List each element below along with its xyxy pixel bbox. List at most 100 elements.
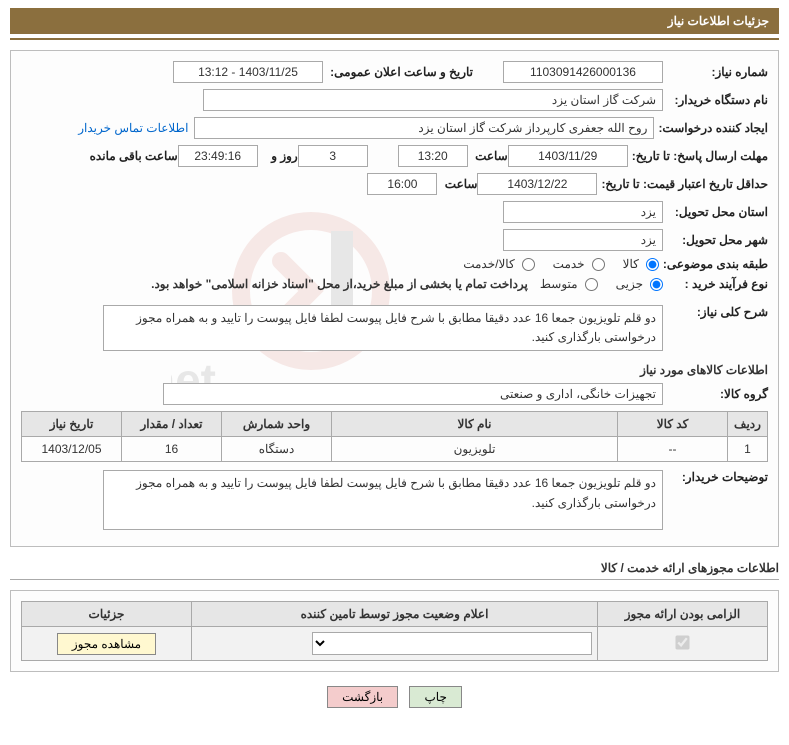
row-buyer-org: نام دستگاه خریدار: شرکت گاز استان یزد: [21, 89, 768, 111]
goods-td-date: 1403/12/05: [22, 437, 122, 462]
row-reply-deadline: مهلت ارسال پاسخ: تا تاریخ: 1403/11/29 سا…: [21, 145, 768, 167]
general-desc-value: دو قلم تلویزیون جمعا 16 عدد دقیقا مطابق …: [103, 305, 663, 351]
goods-th-0: ردیف: [728, 412, 768, 437]
announce-value: 1403/11/25 - 13:12: [173, 61, 323, 83]
buyer-notes-value: دو قلم تلویزیون جمعا 16 عدد دقیقا مطابق …: [103, 470, 663, 530]
delivery-province-label: استان محل تحویل:: [663, 205, 768, 219]
license-status-cell: [192, 627, 598, 661]
requester-value: روح الله جعفری کارپرداز شرکت گاز استان ی…: [194, 117, 654, 139]
row-buyer-notes: توضیحات خریدار: دو قلم تلویزیون جمعا 16 …: [21, 470, 768, 530]
goods-table-row: 1 -- تلویزیون دستگاه 16 1403/12/05: [22, 437, 768, 462]
goods-th-1: کد کالا: [618, 412, 728, 437]
requester-label: ایجاد کننده درخواست:: [654, 121, 768, 135]
reply-deadline-date: 1403/11/29: [508, 145, 628, 167]
group-label: گروه کالا:: [663, 387, 768, 401]
delivery-province-value: یزد: [503, 201, 663, 223]
category-radio-2[interactable]: [522, 258, 535, 271]
delivery-city-value: یزد: [503, 229, 663, 251]
payment-note: پرداخت تمام یا بخشی از مبلغ خرید،از محل …: [151, 277, 528, 291]
process-label-0: جزیی: [616, 277, 643, 291]
category-option-0[interactable]: کالا: [623, 257, 659, 271]
bottom-button-row: چاپ بازگشت: [10, 686, 779, 708]
category-option-2[interactable]: کالا/خدمت: [463, 257, 534, 271]
price-validity-time: 16:00: [367, 173, 437, 195]
price-validity-label: حداقل تاریخ اعتبار قیمت: تا تاریخ:: [597, 177, 768, 191]
license-mandatory-cell: [598, 627, 768, 661]
category-radio-1[interactable]: [592, 258, 605, 271]
goods-th-3: واحد شمارش: [222, 412, 332, 437]
process-radio-0[interactable]: [650, 278, 663, 291]
category-radio-0[interactable]: [646, 258, 659, 271]
announce-label: تاریخ و ساعت اعلان عمومی:: [323, 65, 473, 79]
goods-th-2: نام کالا: [332, 412, 618, 437]
row-delivery-province: استان محل تحویل: یزد: [21, 201, 768, 223]
page-title-bar: جزئیات اطلاعات نیاز: [10, 8, 779, 34]
need-number-value: 1103091426000136: [503, 61, 663, 83]
license-row: مشاهده مجوز: [22, 627, 768, 661]
view-license-button[interactable]: مشاهده مجوز: [57, 633, 156, 655]
main-panel: riaTender.net شماره نیاز: 11030914260001…: [10, 50, 779, 547]
license-header-row: الزامی بودن ارائه مجوز اعلام وضعیت مجوز …: [22, 602, 768, 627]
page-title: جزئیات اطلاعات نیاز: [668, 14, 769, 28]
process-label: نوع فرآیند خرید :: [663, 277, 768, 291]
row-process: نوع فرآیند خرید : جزیی متوسط پرداخت تمام…: [21, 277, 768, 291]
goods-td-qty: 16: [122, 437, 222, 462]
row-delivery-city: شهر محل تحویل: یزد: [21, 229, 768, 251]
separator-top: [10, 38, 779, 40]
goods-td-name: تلویزیون: [332, 437, 618, 462]
need-number-label: شماره نیاز:: [663, 65, 768, 79]
goods-th-5: تاریخ نیاز: [22, 412, 122, 437]
license-th-2: جزئیات: [22, 602, 192, 627]
process-radio-group: جزیی متوسط: [540, 277, 663, 291]
back-button[interactable]: بازگشت: [327, 686, 398, 708]
license-details-cell: مشاهده مجوز: [22, 627, 192, 661]
process-option-0[interactable]: جزیی: [616, 277, 663, 291]
goods-table-header-row: ردیف کد کالا نام کالا واحد شمارش تعداد /…: [22, 412, 768, 437]
category-label-0: کالا: [623, 257, 639, 271]
buyer-org-value: شرکت گاز استان یزد: [203, 89, 663, 111]
goods-heading: اطلاعات کالاهای مورد نیاز: [21, 363, 768, 377]
category-label-2: کالا/خدمت: [463, 257, 514, 271]
license-th-0: الزامی بودن ارائه مجوز: [598, 602, 768, 627]
watermark-logo: riaTender.net: [171, 191, 591, 411]
days-and: روز و: [258, 149, 298, 163]
goods-table: ردیف کد کالا نام کالا واحد شمارش تعداد /…: [21, 411, 768, 462]
goods-th-4: تعداد / مقدار: [122, 412, 222, 437]
contact-link[interactable]: اطلاعات تماس خریدار: [78, 121, 188, 135]
license-section-title: اطلاعات مجوزهای ارائه خدمت / کالا: [10, 561, 779, 575]
row-price-validity: حداقل تاریخ اعتبار قیمت: تا تاریخ: 1403/…: [21, 173, 768, 195]
license-status-select[interactable]: [312, 632, 592, 655]
license-th-1: اعلام وضعیت مجوز توسط تامین کننده: [192, 602, 598, 627]
separator-license: [10, 579, 779, 580]
process-label-1: متوسط: [540, 277, 578, 291]
time-remaining: 23:49:16: [178, 145, 258, 167]
row-group: گروه کالا: تجهیزات خانگی، اداری و صنعتی: [21, 383, 768, 405]
row-category: طبقه بندی موضوعی: کالا خدمت کالا/خدمت: [21, 257, 768, 271]
process-radio-1[interactable]: [585, 278, 598, 291]
print-button[interactable]: چاپ: [409, 686, 461, 708]
category-label: طبقه بندی موضوعی:: [659, 257, 768, 271]
goods-td-unit: دستگاه: [222, 437, 332, 462]
general-desc-label: شرح کلی نیاز:: [663, 305, 768, 319]
price-validity-date: 1403/12/22: [477, 173, 597, 195]
time-word-2: ساعت: [437, 177, 477, 191]
time-remaining-suffix: ساعت باقی مانده: [86, 149, 178, 163]
buyer-org-label: نام دستگاه خریدار:: [663, 93, 768, 107]
delivery-city-label: شهر محل تحویل:: [663, 233, 768, 247]
reply-deadline-time: 13:20: [398, 145, 468, 167]
group-value: تجهیزات خانگی، اداری و صنعتی: [163, 383, 663, 405]
category-label-1: خدمت: [553, 257, 585, 271]
goods-td-code: --: [618, 437, 728, 462]
category-option-1[interactable]: خدمت: [553, 257, 605, 271]
license-table: الزامی بودن ارائه مجوز اعلام وضعیت مجوز …: [21, 601, 768, 661]
row-requester: ایجاد کننده درخواست: روح الله جعفری کارپ…: [21, 117, 768, 139]
days-remaining: 3: [298, 145, 368, 167]
process-option-1[interactable]: متوسط: [540, 277, 598, 291]
row-general-desc: شرح کلی نیاز: دو قلم تلویزیون جمعا 16 عد…: [21, 305, 768, 351]
category-radio-group: کالا خدمت کالا/خدمت: [463, 257, 659, 271]
buyer-notes-label: توضیحات خریدار:: [663, 470, 768, 484]
goods-td-index: 1: [728, 437, 768, 462]
license-panel: الزامی بودن ارائه مجوز اعلام وضعیت مجوز …: [10, 590, 779, 672]
license-mandatory-checkbox: [675, 635, 689, 649]
time-word-1: ساعت: [468, 149, 508, 163]
